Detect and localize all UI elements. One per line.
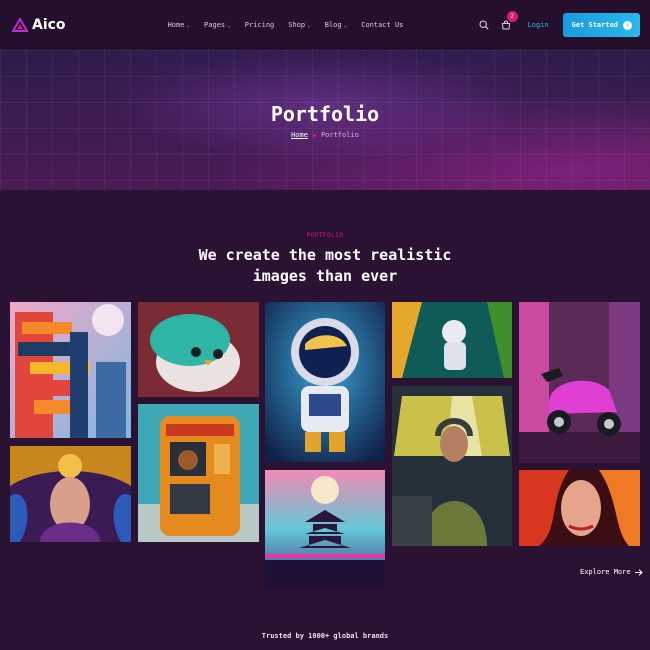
site-header: Aico Home ⌄ Pages ⌄ Pricing Shop ⌄ Blog … bbox=[0, 0, 650, 50]
portfolio-image-fluffy-bird[interactable] bbox=[138, 302, 259, 397]
portfolio-image-teddy-vending[interactable] bbox=[138, 404, 259, 542]
portfolio-image-fire-hair-woman[interactable] bbox=[519, 470, 640, 546]
nav-item-contact[interactable]: Contact Us bbox=[361, 21, 403, 29]
search-button[interactable] bbox=[476, 17, 492, 33]
vending-machine-illustration bbox=[138, 404, 259, 542]
brand-logo[interactable]: Aico bbox=[12, 17, 66, 33]
brand-name: Aico bbox=[32, 17, 66, 33]
get-started-button[interactable]: Get Started › bbox=[562, 13, 640, 37]
portfolio-image-jungle-astronaut[interactable] bbox=[392, 302, 512, 378]
chevron-down-icon: ⌄ bbox=[343, 21, 348, 29]
pagoda-landscape-illustration bbox=[265, 470, 385, 589]
cart-button[interactable]: 2 bbox=[498, 11, 518, 33]
portfolio-image-cockpit-pilot[interactable] bbox=[392, 386, 512, 546]
cockpit-pilot-illustration bbox=[392, 386, 512, 546]
nav-item-label: Home bbox=[167, 21, 185, 29]
page-hero: Portfolio Home Portfolio bbox=[0, 50, 650, 190]
woman-portrait-illustration bbox=[10, 446, 131, 542]
chevron-down-icon: ⌄ bbox=[186, 21, 191, 29]
nav-item-pricing[interactable]: Pricing bbox=[245, 21, 275, 29]
nav-item-label: Pages bbox=[204, 21, 226, 29]
portfolio-image-robot-building[interactable] bbox=[10, 302, 131, 438]
nav-item-label: Contact Us bbox=[361, 21, 404, 29]
get-started-label: Get Started bbox=[571, 21, 618, 29]
scooter-illustration bbox=[519, 302, 640, 463]
fire-woman-illustration bbox=[519, 470, 640, 546]
nav-item-label: Shop bbox=[288, 21, 306, 29]
trusted-brands-label: Trusted by 1000+ global brands bbox=[261, 632, 389, 640]
cart-icon bbox=[501, 20, 510, 30]
page-title: Portfolio bbox=[270, 102, 380, 126]
astronaut-toy-illustration bbox=[265, 302, 385, 462]
portfolio-image-astronaut-toy[interactable] bbox=[265, 302, 385, 462]
main-nav: Home ⌄ Pages ⌄ Pricing Shop ⌄ Blog ⌄ Con… bbox=[168, 21, 404, 29]
nav-item-label: Blog bbox=[324, 21, 342, 29]
chevron-down-icon: ⌄ bbox=[307, 21, 311, 29]
breadcrumb-separator bbox=[312, 133, 316, 137]
chevron-down-icon: ⌄ bbox=[227, 21, 231, 29]
section-title: We create the most realistic images than… bbox=[198, 246, 452, 285]
portfolio-image-pink-scooter[interactable] bbox=[519, 302, 640, 463]
logo-icon bbox=[12, 18, 28, 32]
bird-creature-illustration bbox=[138, 302, 259, 397]
explore-more-link[interactable]: Explore More bbox=[580, 568, 643, 576]
nav-item-shop[interactable]: Shop ⌄ bbox=[288, 21, 310, 29]
portfolio-image-neon-pagoda[interactable] bbox=[265, 470, 385, 589]
portfolio-image-golden-mask-woman[interactable] bbox=[10, 446, 131, 542]
arrow-right-icon bbox=[634, 568, 643, 576]
breadcrumb: Home Portfolio bbox=[0, 131, 650, 139]
nav-item-label: Pricing bbox=[244, 21, 275, 29]
section-eyebrow: PORTFOLIO bbox=[306, 232, 344, 239]
arrow-right-icon: › bbox=[623, 20, 632, 30]
explore-more-label: Explore More bbox=[580, 568, 631, 576]
cart-count-badge: 2 bbox=[506, 11, 518, 22]
nav-item-blog[interactable]: Blog ⌄ bbox=[325, 21, 347, 29]
jungle-astronaut-illustration bbox=[392, 302, 512, 378]
search-icon bbox=[479, 20, 489, 30]
building-illustration bbox=[10, 302, 131, 438]
login-link[interactable]: Login bbox=[528, 21, 549, 29]
nav-item-pages[interactable]: Pages ⌄ bbox=[204, 21, 231, 29]
breadcrumb-home-link[interactable]: Home bbox=[291, 131, 308, 139]
header-actions: 2 Login Get Started › bbox=[476, 11, 640, 37]
breadcrumb-current: Portfolio bbox=[320, 131, 359, 139]
nav-item-home[interactable]: Home ⌄ bbox=[168, 21, 190, 29]
